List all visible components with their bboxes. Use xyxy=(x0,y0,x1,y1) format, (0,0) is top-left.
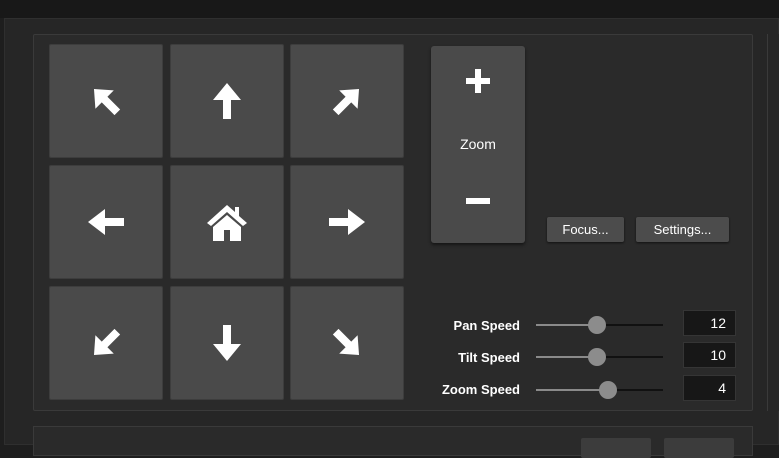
pan-speed-slider[interactable] xyxy=(536,316,663,334)
arrow-down-icon xyxy=(213,325,241,361)
home-icon xyxy=(207,205,247,241)
arrow-down-left-icon xyxy=(93,328,121,356)
arrow-right-icon xyxy=(329,209,365,235)
slider-thumb[interactable] xyxy=(587,316,606,334)
pan-up-right-button[interactable] xyxy=(290,44,404,158)
pan-speed-value[interactable]: 12 xyxy=(683,310,736,336)
pan-down-right-button[interactable] xyxy=(290,286,404,400)
tilt-speed-label: Tilt Speed xyxy=(458,350,520,365)
zoom-out-button[interactable] xyxy=(431,166,525,236)
pan-right-button[interactable] xyxy=(290,165,404,279)
pan-speed-label: Pan Speed xyxy=(453,318,520,333)
focus-button[interactable]: Focus... xyxy=(547,217,624,242)
tilt-up-button[interactable] xyxy=(170,44,284,158)
zoom-in-button[interactable] xyxy=(431,46,525,116)
slider-thumb[interactable] xyxy=(599,381,618,399)
zoom-control: Zoom xyxy=(431,46,525,243)
slider-thumb[interactable] xyxy=(587,348,606,366)
top-bar xyxy=(0,0,779,18)
tilt-speed-slider[interactable] xyxy=(536,348,663,366)
home-button[interactable] xyxy=(170,165,284,279)
adjacent-panel-edge xyxy=(767,34,779,411)
arrow-up-left-icon xyxy=(93,88,121,116)
zoom-speed-slider[interactable] xyxy=(536,381,663,399)
pan-down-left-button[interactable] xyxy=(49,286,163,400)
pan-left-button[interactable] xyxy=(49,165,163,279)
arrow-left-icon xyxy=(88,209,124,235)
settings-button[interactable]: Settings... xyxy=(636,217,729,242)
arrow-up-right-icon xyxy=(332,88,360,116)
zoom-speed-label: Zoom Speed xyxy=(441,382,520,397)
tilt-speed-value[interactable]: 10 xyxy=(683,342,736,368)
tilt-down-button[interactable] xyxy=(170,286,284,400)
arrow-down-right-icon xyxy=(332,328,360,356)
slider-fill xyxy=(536,389,609,391)
lower-panel-button[interactable] xyxy=(581,438,651,458)
arrow-up-icon xyxy=(213,83,241,119)
pan-up-left-button[interactable] xyxy=(49,44,163,158)
plus-icon xyxy=(466,69,490,93)
zoom-label: Zoom xyxy=(460,136,496,152)
lower-panel-button[interactable] xyxy=(664,438,734,458)
zoom-speed-value[interactable]: 4 xyxy=(683,375,736,401)
minus-icon xyxy=(466,198,490,204)
